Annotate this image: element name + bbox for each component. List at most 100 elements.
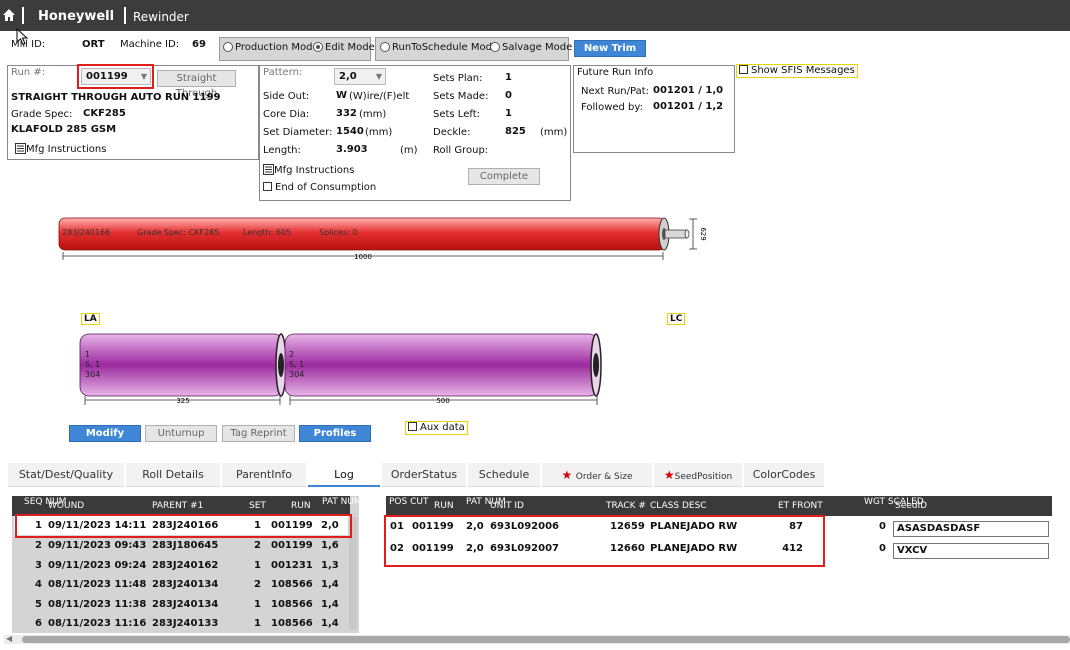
- sets-left-value: 1: [505, 108, 512, 119]
- core-dia-label: Core Dia:: [263, 109, 310, 120]
- length-label: Length:: [263, 145, 301, 156]
- cell-parent: 283J240133: [152, 618, 219, 629]
- parent-roll-id: 283J240166: [62, 228, 110, 237]
- set-roll-2-line1: 2: [289, 350, 294, 359]
- aux-data-label: Aux data: [420, 422, 465, 433]
- straight-through-button[interactable]: Straight Through: [157, 70, 236, 99]
- highlight-box: [384, 515, 825, 567]
- cell-pat: 1,3: [321, 560, 339, 571]
- parent-roll-shaft-end: [684, 229, 690, 239]
- parent-roll-graphic[interactable]: 629 1000 283J240166 Grade Spec: CKF285 L…: [55, 212, 715, 268]
- complete-button[interactable]: Complete: [468, 168, 540, 185]
- set-roll-2[interactable]: 2 S, 1 304: [284, 333, 602, 397]
- grade-name: KLAFOLD 285 GSM: [11, 124, 117, 135]
- col-unit-id[interactable]: UNIT ID: [490, 502, 524, 511]
- cell-set: 1: [254, 599, 261, 610]
- star-icon: ★: [561, 468, 573, 482]
- col-et-front[interactable]: ET FRONT: [778, 502, 823, 511]
- module-title: Rewinder: [133, 10, 189, 24]
- cell-parent: 283J240162: [152, 560, 219, 571]
- cell-pat: 1,4: [321, 579, 339, 590]
- mode-group-secondary: RunToSchedule Mode Salvage Mode: [375, 37, 572, 61]
- seed-id-input[interactable]: VXCV: [893, 543, 1049, 559]
- scroll-left-icon[interactable]: ◀: [6, 634, 12, 643]
- roll-1-dim-label: 325: [176, 397, 189, 405]
- new-trim-button[interactable]: New Trim: [574, 40, 646, 57]
- salvage-mode-radio[interactable]: Salvage Mode: [490, 42, 572, 53]
- tab-order-status[interactable]: OrderStatus: [382, 463, 466, 487]
- pattern-select[interactable]: 2,0 ▼: [334, 68, 386, 85]
- dia-dim-label: 629: [699, 227, 707, 240]
- sets-made-label: Sets Made:: [433, 91, 489, 102]
- units-grid-header: POS CUT RUN PAT NUM UNIT ID TRACK # CLAS…: [386, 496, 1052, 516]
- table-row[interactable]: 4 08/11/2023 11:48 283J240134 2 108566 1…: [14, 575, 348, 594]
- production-mode-radio[interactable]: Production Mode: [223, 42, 319, 53]
- tab-log[interactable]: Log: [308, 463, 380, 487]
- side-out-value: W: [336, 90, 348, 101]
- log-grid-header: SEQ NUM WOUND PARENT #1 SET RUN PAT NUM: [12, 496, 362, 516]
- cell-seq: 5: [35, 599, 42, 610]
- table-row[interactable]: 3 09/11/2023 09:24 283J240162 1 001231 1…: [14, 556, 348, 575]
- tab-seed-position[interactable]: ★SeedPosition: [654, 463, 742, 487]
- tab-stat-dest-quality[interactable]: Stat/Dest/Quality: [8, 463, 124, 487]
- pattern-mfg-instructions-link[interactable]: Mfg Instructions: [263, 164, 354, 176]
- roll-group-label: Roll Group:: [433, 145, 489, 156]
- col-run[interactable]: RUN: [434, 502, 454, 511]
- col-pat-num[interactable]: PAT NUM: [466, 498, 506, 507]
- future-run-title: Future Run Info: [577, 67, 654, 78]
- cell-set: 1: [254, 618, 261, 629]
- table-row[interactable]: 5 08/11/2023 11:38 283J240134 1 108566 1…: [14, 595, 348, 614]
- table-row[interactable]: 6 08/11/2023 11:16 283J240133 1 108566 1…: [14, 614, 348, 633]
- tag-reprint-button[interactable]: Tag Reprint: [222, 425, 295, 442]
- modify-button[interactable]: Modify: [69, 425, 141, 442]
- next-run-value: 001201 / 1,0: [653, 85, 724, 96]
- deckle-value: 825: [505, 126, 526, 137]
- horizontal-scrollbar-thumb[interactable]: [22, 636, 1070, 643]
- production-mode-label: Production Mode: [235, 42, 319, 53]
- parent-roll-shaft: [664, 229, 688, 239]
- col-pos-cut[interactable]: POS CUT: [389, 498, 428, 507]
- highlight-box: [15, 514, 352, 538]
- seed-id-input[interactable]: ASASDASDASF: [893, 521, 1049, 537]
- col-run[interactable]: RUN: [291, 502, 311, 511]
- cell-wound: 08/11/2023 11:48: [48, 579, 147, 590]
- col-track[interactable]: TRACK #: [606, 502, 646, 511]
- col-parent[interactable]: PARENT #1: [152, 502, 203, 511]
- radio-icon: [380, 42, 390, 52]
- run-to-schedule-mode-radio[interactable]: RunToSchedule Mode: [380, 42, 498, 53]
- edit-mode-radio[interactable]: Edit Mode: [313, 42, 375, 53]
- tab-schedule[interactable]: Schedule: [468, 463, 540, 487]
- cell-run: 001199: [271, 540, 313, 551]
- col-pat-num[interactable]: PAT NUM: [322, 498, 362, 507]
- pattern-select-value: 2,0: [339, 71, 357, 82]
- roll-2-dim-label: 500: [436, 397, 449, 405]
- col-seed-id[interactable]: SeedID: [895, 502, 927, 511]
- tab-roll-details[interactable]: Roll Details: [126, 463, 220, 487]
- end-of-consumption-checkbox[interactable]: End of Consumption: [263, 182, 376, 193]
- set-roll-1[interactable]: 1 S, 1 304: [79, 333, 287, 397]
- followed-by-label: Followed by:: [581, 102, 643, 113]
- profiles-button[interactable]: Profiles: [299, 425, 371, 442]
- radio-icon: [490, 42, 500, 52]
- col-wgt-scaled[interactable]: WGT SCALED: [864, 498, 924, 507]
- tab-parent-info[interactable]: ParentInfo: [222, 463, 306, 487]
- table-row[interactable]: 2 09/11/2023 09:43 283J180645 2 001199 1…: [14, 536, 348, 555]
- unturnup-button[interactable]: Unturnup: [145, 425, 217, 442]
- col-seq-num[interactable]: SEQ NUM: [24, 498, 66, 507]
- col-wound[interactable]: WOUND: [48, 502, 84, 511]
- mouse-cursor-icon: [16, 28, 29, 46]
- cell-seq: 3: [35, 560, 42, 571]
- edit-mode-label: Edit Mode: [325, 42, 375, 53]
- col-set[interactable]: SET: [249, 502, 266, 511]
- aux-data-checkbox[interactable]: Aux data: [405, 421, 468, 435]
- document-icon: [15, 143, 26, 154]
- show-sfis-checkbox[interactable]: Show SFIS Messages: [736, 64, 858, 78]
- tab-color-codes[interactable]: ColorCodes: [744, 463, 824, 487]
- home-icon[interactable]: [2, 8, 16, 22]
- core-dia-unit: (mm): [359, 109, 387, 120]
- tab-order-size[interactable]: ★ Order & Size: [542, 463, 652, 487]
- cell-parent: 283J240134: [152, 579, 219, 590]
- run-mfg-instructions-link[interactable]: Mfg Instructions: [15, 143, 106, 155]
- col-class-desc[interactable]: CLASS DESC: [650, 502, 707, 511]
- deckle-label: Deckle:: [433, 127, 471, 138]
